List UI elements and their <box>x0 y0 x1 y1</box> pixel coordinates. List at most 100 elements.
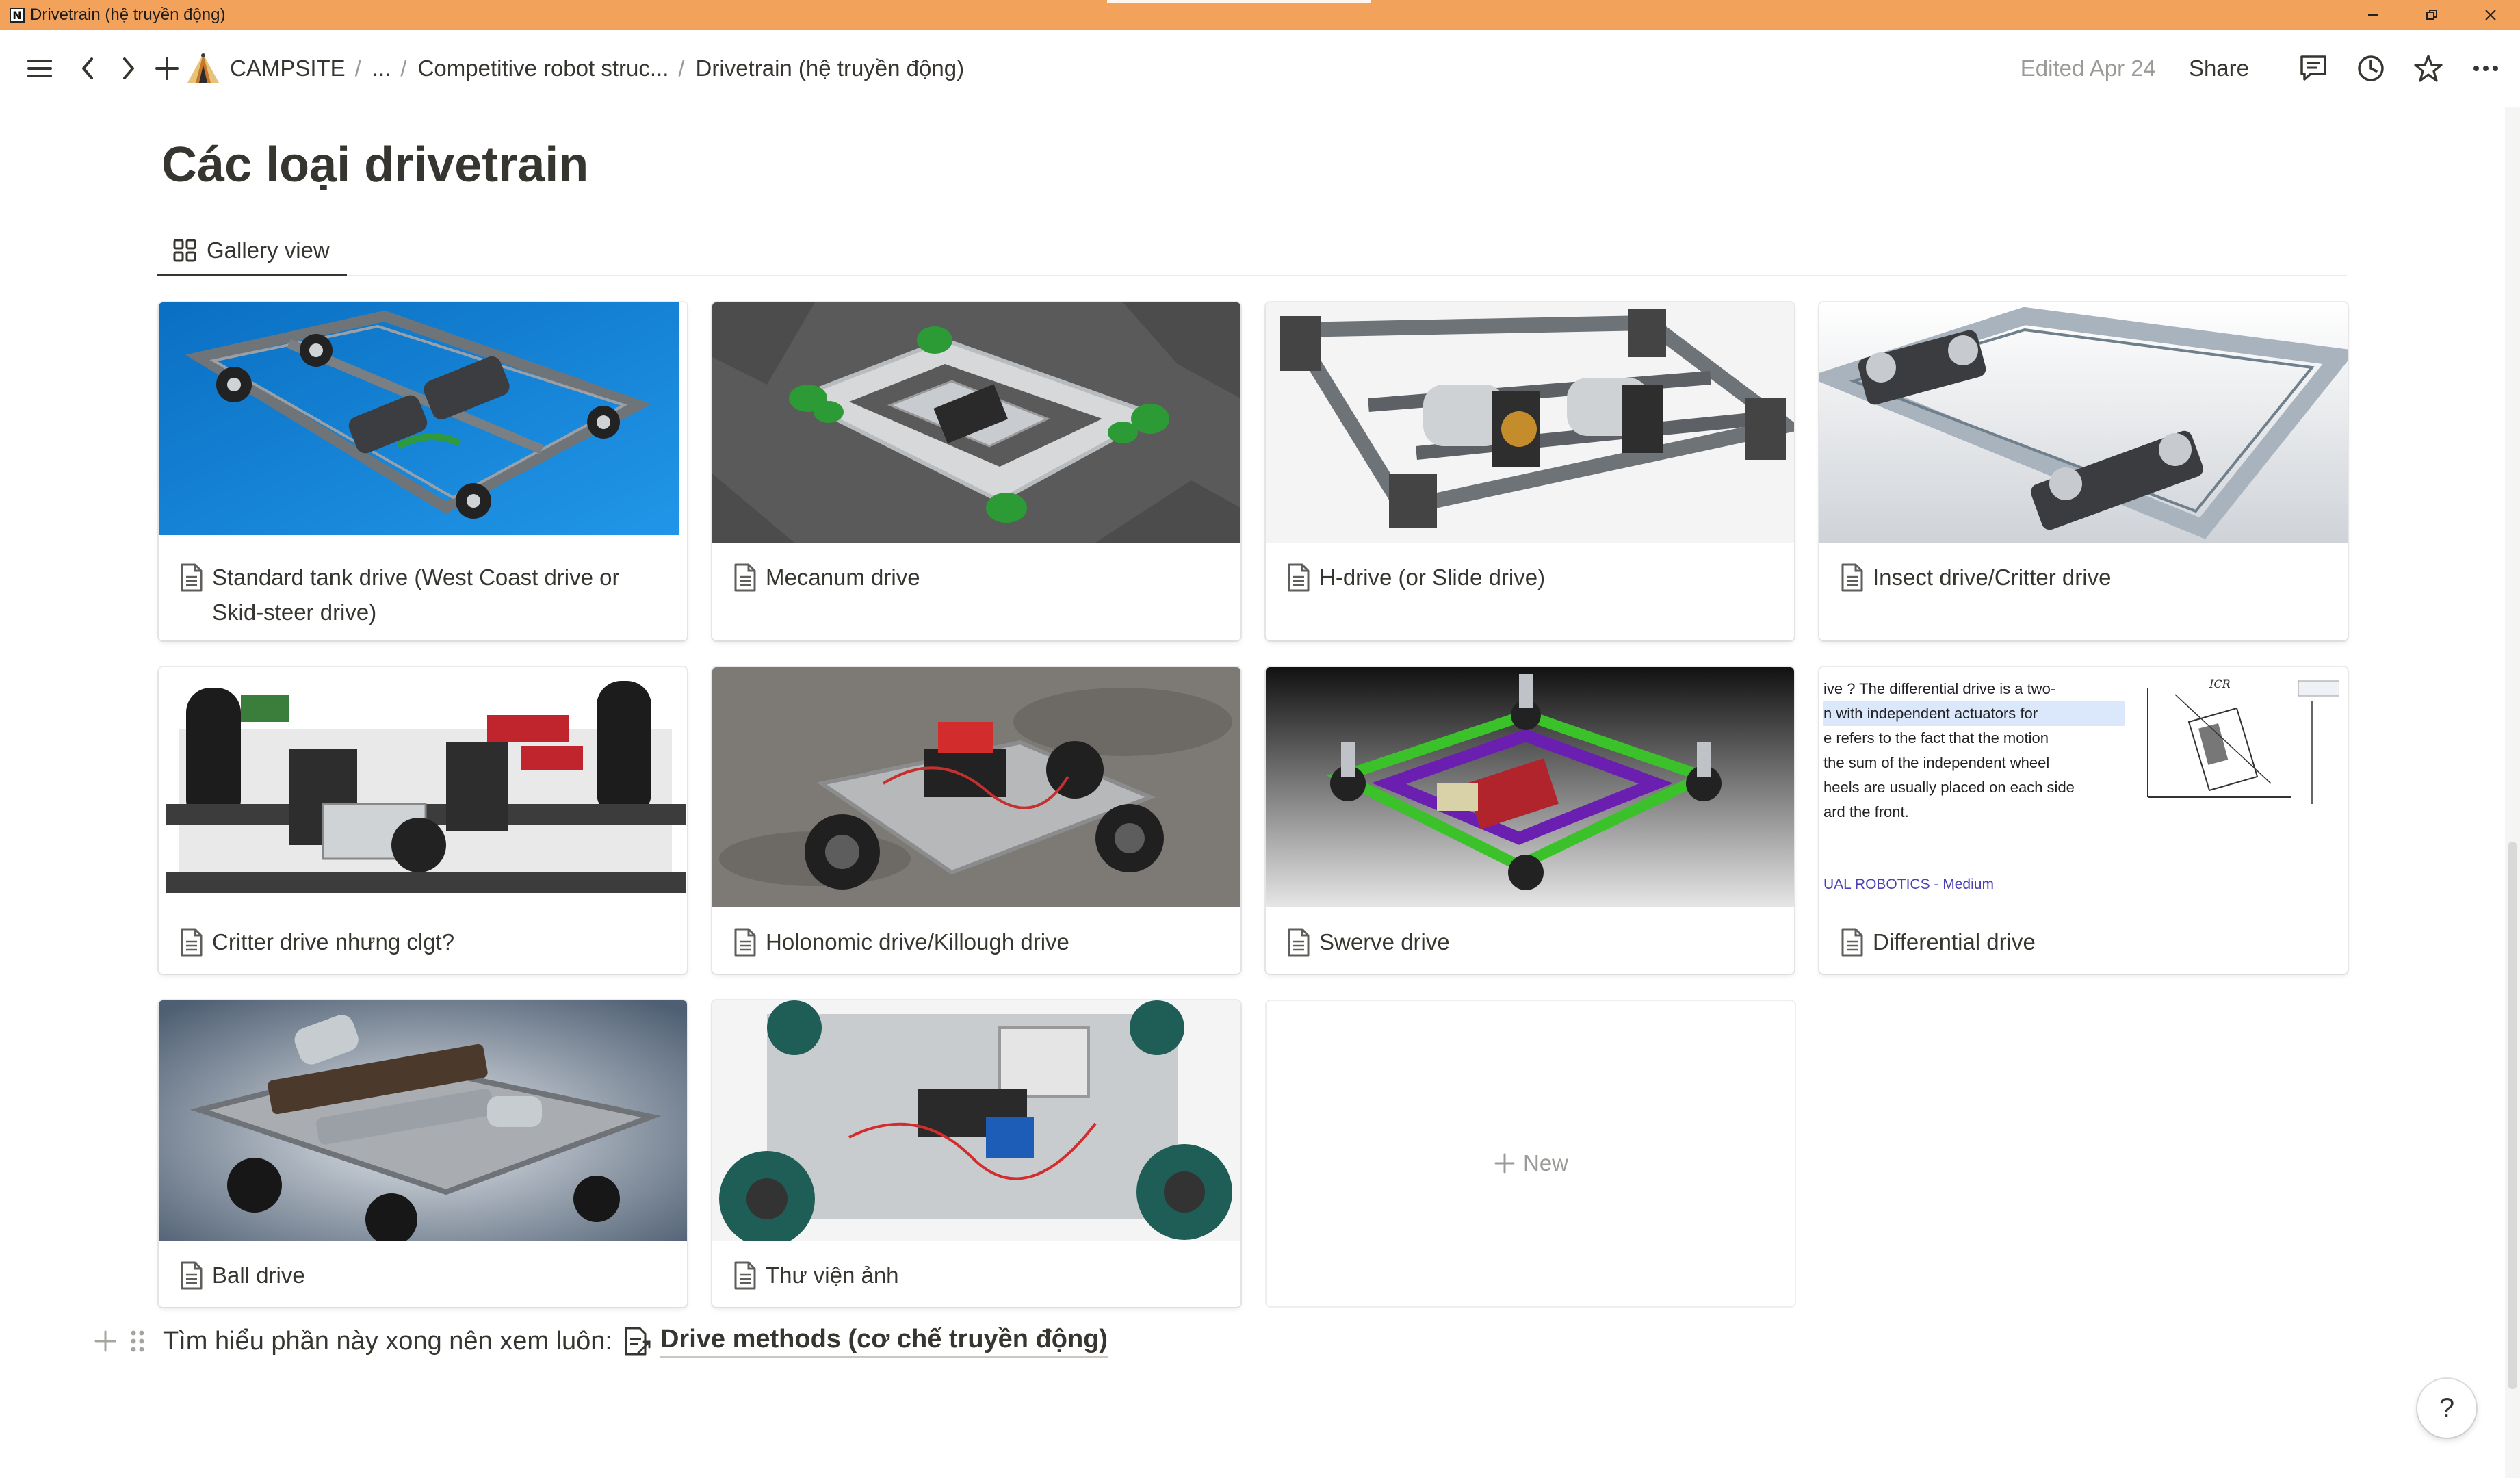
card-cover-image <box>1819 302 2348 543</box>
page-actions: Edited Apr 24 Share <box>2021 49 2505 88</box>
forward-button[interactable] <box>109 49 148 88</box>
page-document-icon <box>1841 563 1863 592</box>
card-title: Swerve drive <box>1286 924 1774 959</box>
page-title[interactable]: Các loại drivetrain <box>161 137 588 193</box>
more-horizontal-icon <box>2473 66 2498 71</box>
gallery-card[interactable]: Mecanum drive <box>712 302 1240 640</box>
article-source: UAL ROBOTICS - Medium <box>1823 877 1994 892</box>
plus-icon <box>1494 1153 1515 1174</box>
gallery-card[interactable]: Ball drive <box>159 1000 687 1307</box>
window-title: Drivetrain (hệ truyền động) <box>30 5 226 24</box>
plus-icon <box>155 57 179 80</box>
page-document-icon <box>181 928 203 957</box>
gallery-card[interactable]: Insect drive/Critter drive <box>1819 302 2348 640</box>
card-title-text: Critter drive nhưng clgt? <box>212 929 455 955</box>
card-cover-image <box>1266 302 1794 543</box>
breadcrumb-parent[interactable]: Competitive robot struc... <box>418 55 669 81</box>
page-document-icon <box>181 563 203 592</box>
card-title: Thư viện ảnh <box>733 1258 1220 1293</box>
card-title-text: Mecanum drive <box>766 565 920 590</box>
card-cover-image <box>1266 667 1794 907</box>
clock-icon <box>2358 55 2384 81</box>
close-window-button[interactable] <box>2461 0 2520 30</box>
share-button[interactable]: Share <box>2189 55 2249 81</box>
close-icon <box>2485 10 2496 21</box>
card-title-text: Insect drive/Critter drive <box>1873 565 2112 590</box>
tank-drive-image <box>159 302 687 543</box>
window-titlebar: N Drivetrain (hệ truyền động) <box>0 0 2520 30</box>
breadcrumb-separator: / <box>400 55 407 81</box>
gallery-card[interactable]: Holonomic drive/Killough drive <box>712 667 1240 974</box>
drag-handle-icon[interactable] <box>127 1327 148 1355</box>
card-title-text: Ball drive <box>212 1262 305 1288</box>
svg-text:ICR: ICR <box>2209 677 2231 690</box>
article-snippet: ive ? The differential drive is a two- n… <box>1823 677 2125 825</box>
card-title-text: Standard tank drive (West Coast drive or… <box>212 565 620 625</box>
gallery-card[interactable]: ive ? The differential drive is a two- n… <box>1819 667 2348 974</box>
breadcrumb-ellipsis[interactable]: ... <box>372 55 391 81</box>
card-title: Ball drive <box>179 1258 666 1293</box>
card-title: Differential drive <box>1840 924 2327 959</box>
gallery-card[interactable]: Standard tank drive (West Coast drive or… <box>159 302 687 640</box>
page-document-icon <box>734 928 756 957</box>
gallery-card[interactable]: H-drive (or Slide drive) <box>1266 302 1794 640</box>
new-page-button[interactable] <box>148 49 186 88</box>
text-block[interactable]: Tìm hiểu phần này xong nên xem luôn: Dri… <box>92 1321 1108 1362</box>
top-navigation-bar: CAMPSITE / ... / Competitive robot struc… <box>0 30 2520 107</box>
gallery-card[interactable]: Thư viện ảnh <box>712 1000 1240 1307</box>
more-options-button[interactable] <box>2467 49 2505 88</box>
notion-app-icon: N <box>10 8 25 23</box>
chevron-left-icon <box>82 57 93 79</box>
page-link-drive-methods[interactable]: Drive methods (cơ chế truyền động) <box>660 1325 1108 1358</box>
page-document-icon <box>734 1261 756 1290</box>
h-drive-image <box>1266 302 1794 543</box>
card-title-text: Holonomic drive/Killough drive <box>766 929 1069 955</box>
gallery-card[interactable]: Critter drive nhưng clgt? <box>159 667 687 974</box>
restore-button[interactable] <box>2402 0 2461 30</box>
comment-icon <box>2300 55 2326 81</box>
tab-gallery-view[interactable]: Gallery view <box>159 226 343 275</box>
back-button[interactable] <box>68 49 107 88</box>
card-title: H-drive (or Slide drive) <box>1286 560 1774 595</box>
card-title-text: H-drive (or Slide drive) <box>1319 565 1546 590</box>
gallery-card[interactable]: Swerve drive <box>1266 667 1794 974</box>
chevron-right-icon <box>123 57 134 79</box>
card-title: Mecanum drive <box>733 560 1220 595</box>
hamburger-icon <box>27 60 52 77</box>
add-block-plus-icon[interactable] <box>92 1327 119 1355</box>
card-title: Standard tank drive (West Coast drive or… <box>179 560 666 630</box>
new-item-label: New <box>1267 1150 1795 1176</box>
active-view-underline <box>157 274 347 276</box>
critter-drive-image <box>159 667 687 907</box>
insect-drive-image <box>1819 302 2348 543</box>
restore-icon <box>2426 10 2437 20</box>
page-document-icon <box>181 1261 203 1290</box>
card-title-text: Thư viện ảnh <box>766 1262 899 1288</box>
view-label: Gallery view <box>207 237 330 263</box>
card-title: Insect drive/Critter drive <box>1840 560 2327 595</box>
linked-page-icon <box>625 1327 651 1356</box>
card-title: Critter drive nhưng clgt? <box>179 924 666 959</box>
updates-history-button[interactable] <box>2352 49 2390 88</box>
new-gallery-item-button[interactable]: New <box>1267 1001 1795 1306</box>
view-divider <box>157 275 2347 276</box>
bottom-text-prefix: Tìm hiểu phần này xong nên xem luôn: <box>163 1326 612 1356</box>
breadcrumb-current[interactable]: Drivetrain (hệ truyền động) <box>696 55 965 81</box>
mecanum-drive-image <box>712 302 1240 543</box>
scrollbar-thumb[interactable] <box>2508 842 2517 1389</box>
vex-robot-image <box>712 1000 1240 1241</box>
card-title-text: Swerve drive <box>1319 929 1450 955</box>
page-document-icon <box>1288 928 1310 957</box>
comments-button[interactable] <box>2294 49 2333 88</box>
sidebar-menu-button[interactable] <box>21 49 59 88</box>
page-document-icon <box>1288 563 1310 592</box>
card-cover-image <box>159 302 687 543</box>
breadcrumb-workspace[interactable]: CAMPSITE <box>230 55 346 81</box>
campsite-tent-icon <box>186 53 220 84</box>
card-cover-image: ive ? The differential drive is a two- n… <box>1819 667 2348 907</box>
favorite-button[interactable] <box>2409 49 2447 88</box>
ball-drive-image <box>159 1000 687 1241</box>
help-button[interactable]: ? <box>2417 1379 2476 1438</box>
card-title-text: Differential drive <box>1873 929 2036 955</box>
minimize-button[interactable] <box>2343 0 2402 30</box>
